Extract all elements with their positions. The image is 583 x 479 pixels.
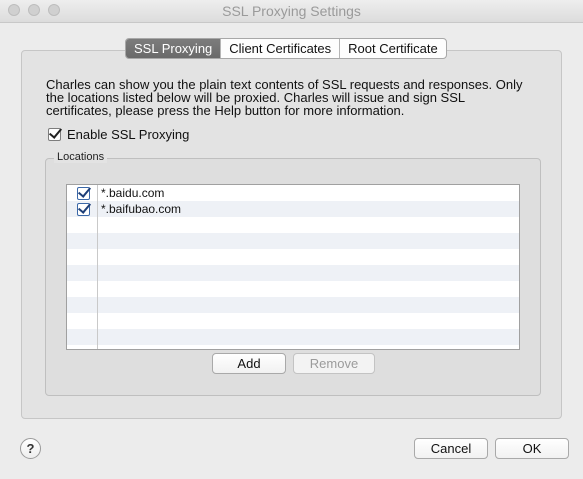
empty-row — [67, 265, 519, 281]
tab-client-certificates[interactable]: Client Certificates — [221, 39, 341, 58]
remove-location-button[interactable]: Remove — [293, 353, 375, 374]
location-host: *.baifubao.com — [101, 202, 182, 216]
tab-ssl-proxying[interactable]: SSL Proxying — [126, 39, 222, 58]
tab-bar: SSL Proxying Client Certificates Root Ce… — [125, 38, 447, 59]
empty-row — [67, 313, 519, 329]
locations-group-label: Locations — [54, 151, 108, 163]
location-host: *.baidu.com — [101, 186, 165, 200]
empty-row — [67, 329, 519, 345]
tab-root-certificate[interactable]: Root Certificate — [340, 39, 446, 58]
column-divider — [97, 185, 98, 349]
description-text: Charles can show you the plain text cont… — [46, 77, 523, 118]
locations-list[interactable]: *.baidu.com *.baifubao.com — [66, 184, 520, 350]
location-enabled-checkbox[interactable] — [77, 187, 90, 200]
title-bar: SSL Proxying Settings — [0, 0, 583, 23]
enable-ssl-proxying-row[interactable]: Enable SSL Proxying — [48, 127, 189, 142]
enable-ssl-proxying-checkbox[interactable] — [48, 128, 61, 141]
list-item[interactable]: *.baidu.com — [67, 185, 519, 201]
ok-button[interactable]: OK — [495, 438, 569, 459]
empty-row — [67, 217, 519, 233]
cancel-button[interactable]: Cancel — [414, 438, 488, 459]
empty-row — [67, 281, 519, 297]
enable-ssl-proxying-label: Enable SSL Proxying — [67, 127, 190, 142]
list-item[interactable]: *.baifubao.com — [67, 201, 519, 217]
empty-row — [67, 297, 519, 313]
empty-row — [67, 249, 519, 265]
empty-row — [67, 233, 519, 249]
window-title: SSL Proxying Settings — [222, 3, 361, 19]
location-enabled-checkbox[interactable] — [77, 203, 90, 216]
help-icon[interactable]: ? — [20, 438, 41, 459]
add-location-button[interactable]: Add — [212, 353, 286, 374]
